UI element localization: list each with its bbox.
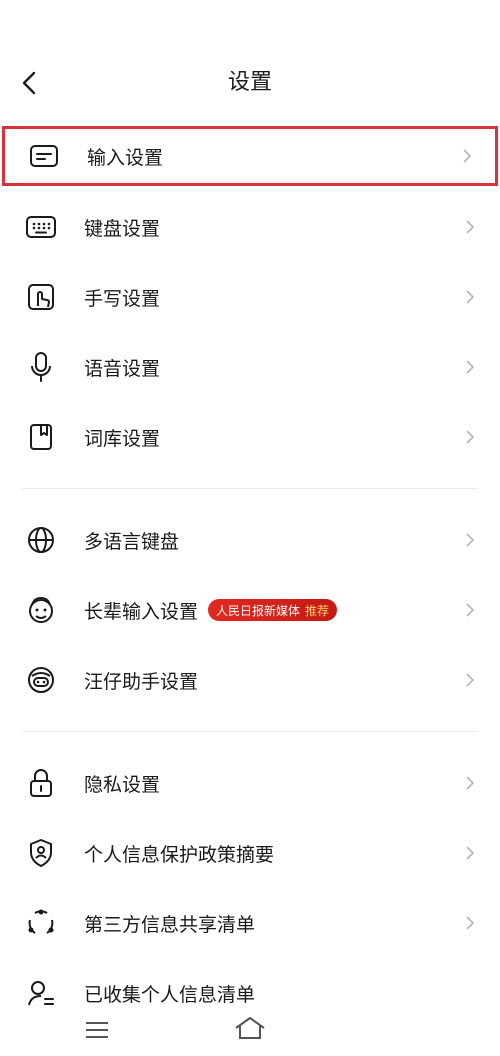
settings-item-input[interactable]: 输入设置 bbox=[2, 126, 498, 186]
mascot-icon bbox=[24, 663, 58, 697]
chevron-right-icon bbox=[462, 427, 478, 447]
settings-item-label: 第三方信息共享清单 bbox=[84, 913, 256, 936]
chevron-right-icon bbox=[462, 530, 478, 550]
handwriting-icon bbox=[24, 280, 58, 314]
settings-item-privacy-policy[interactable]: 个人信息保护政策摘要 bbox=[0, 818, 500, 888]
settings-item-label: 汪仔助手设置 bbox=[84, 670, 199, 693]
settings-item-label: 多语言键盘 bbox=[84, 530, 180, 553]
chevron-right-icon bbox=[462, 600, 478, 620]
settings-item-voice[interactable]: 语音设置 bbox=[0, 332, 500, 402]
settings-list: 输入设置 键盘设置 手写设置 语音设置 词库设置 多语言键盘 长辈输入设置 人民… bbox=[0, 122, 500, 1028]
lock-icon bbox=[24, 766, 58, 800]
globe-icon bbox=[24, 523, 58, 557]
settings-item-multilanguage[interactable]: 多语言键盘 bbox=[0, 505, 500, 575]
settings-item-label: 个人信息保护政策摘要 bbox=[84, 843, 275, 866]
settings-item-privacy[interactable]: 隐私设置 bbox=[0, 748, 500, 818]
settings-item-dictionary[interactable]: 词库设置 bbox=[0, 402, 500, 472]
settings-item-third-party[interactable]: 第三方信息共享清单 bbox=[0, 888, 500, 958]
person-list-icon bbox=[24, 976, 58, 1010]
settings-item-label: 语音设置 bbox=[84, 357, 161, 380]
share-circle-icon bbox=[24, 906, 58, 940]
settings-item-label: 词库设置 bbox=[84, 427, 161, 450]
system-nav-bar bbox=[0, 1010, 500, 1050]
chevron-right-icon bbox=[462, 773, 478, 793]
settings-item-label: 长辈输入设置 人民日报新媒体 推荐 bbox=[84, 597, 338, 624]
settings-item-elder-input[interactable]: 长辈输入设置 人民日报新媒体 推荐 bbox=[0, 575, 500, 645]
elder-face-icon bbox=[24, 593, 58, 627]
dictionary-icon bbox=[24, 420, 58, 454]
section-divider bbox=[22, 488, 478, 489]
settings-item-label: 手写设置 bbox=[84, 287, 161, 310]
chevron-right-icon bbox=[462, 357, 478, 377]
settings-item-keyboard[interactable]: 键盘设置 bbox=[0, 192, 500, 262]
settings-item-handwriting[interactable]: 手写设置 bbox=[0, 262, 500, 332]
shield-person-icon bbox=[24, 836, 58, 870]
chevron-right-icon bbox=[462, 217, 478, 237]
settings-item-label: 隐私设置 bbox=[84, 773, 161, 796]
input-box-icon bbox=[27, 139, 61, 173]
promo-badge: 人民日报新媒体 推荐 bbox=[208, 599, 338, 621]
settings-item-label: 键盘设置 bbox=[84, 217, 161, 240]
chevron-right-icon bbox=[462, 670, 478, 690]
home-icon bbox=[235, 1017, 265, 1039]
chevron-right-icon bbox=[462, 843, 478, 863]
page-title: 设置 bbox=[227, 70, 272, 95]
chevron-right-icon bbox=[462, 287, 478, 307]
microphone-icon bbox=[24, 350, 58, 384]
settings-item-text: 长辈输入设置 bbox=[84, 600, 199, 623]
badge-text: 人民日报新媒体 bbox=[216, 603, 301, 618]
settings-item-assistant[interactable]: 汪仔助手设置 bbox=[0, 645, 500, 715]
home-button[interactable] bbox=[232, 1014, 268, 1044]
keyboard-icon bbox=[24, 210, 58, 244]
menu-button[interactable] bbox=[82, 1018, 112, 1042]
top-bar: 设置 bbox=[0, 52, 500, 112]
chevron-right-icon bbox=[462, 913, 478, 933]
section-divider bbox=[22, 731, 478, 732]
chevron-right-icon bbox=[459, 146, 475, 166]
badge-tag: 推荐 bbox=[305, 603, 330, 618]
menu-icon bbox=[86, 1022, 108, 1038]
settings-item-label: 已收集个人信息清单 bbox=[84, 983, 256, 1006]
settings-item-label: 输入设置 bbox=[87, 146, 164, 169]
